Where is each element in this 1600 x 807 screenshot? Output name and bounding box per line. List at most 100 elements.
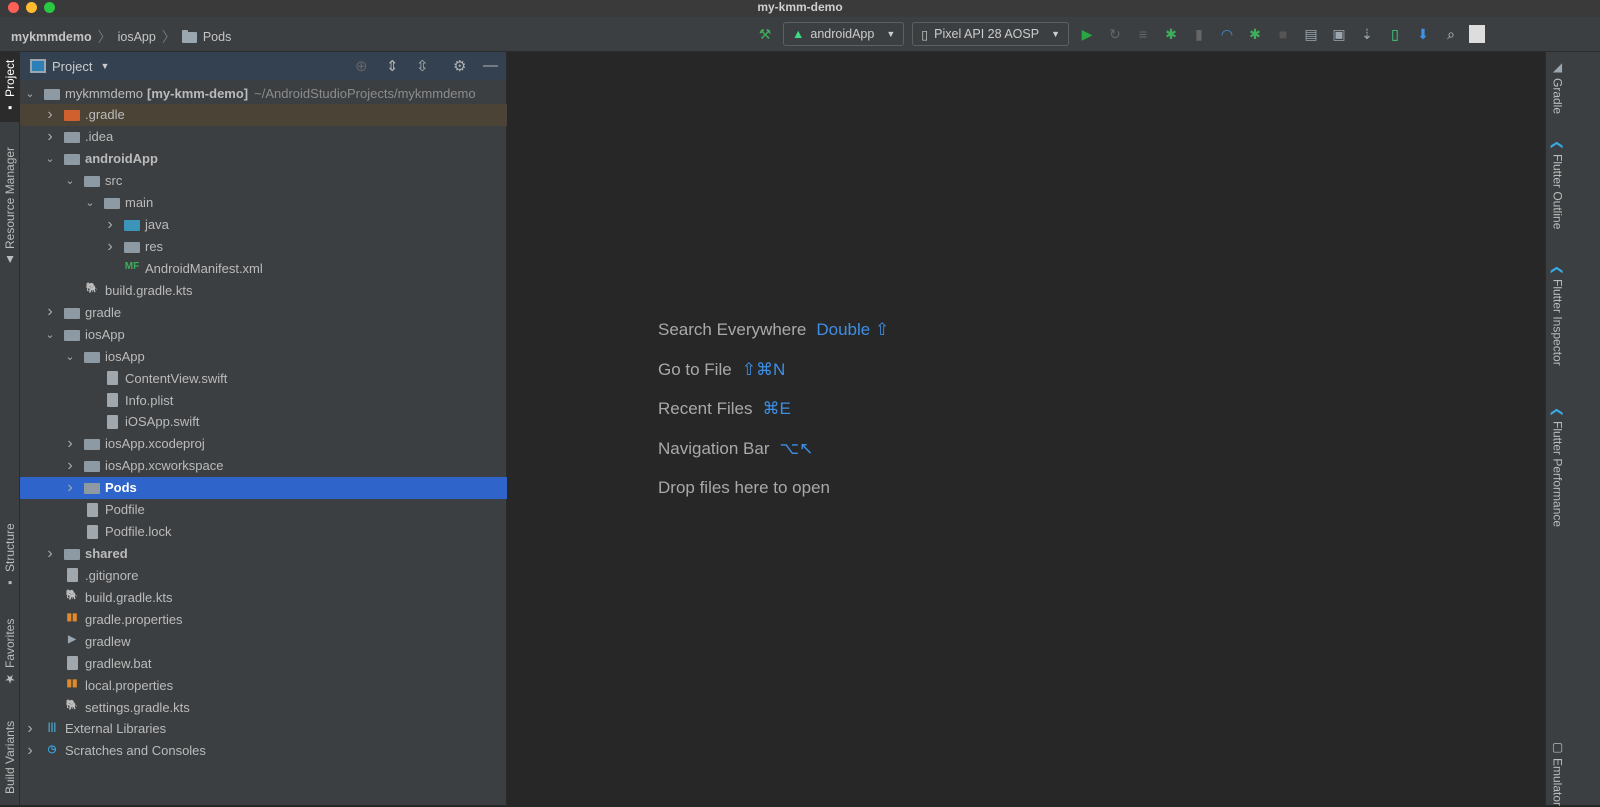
breadcrumb-item[interactable]: mykmmdemo [11,30,92,44]
chevron-right-icon[interactable]: › [44,545,56,563]
properties-icon: ▮▮ [66,612,78,624]
chevron-right-icon[interactable]: › [44,106,56,124]
debug-icon[interactable]: ✱ [1161,24,1181,44]
tree-item-label: .gitignore [85,567,139,583]
chevron-right-icon[interactable]: › [104,216,116,234]
apply-changes-icon[interactable]: ↻ [1105,24,1125,44]
tree-item[interactable]: gradlew.bat [20,652,507,674]
tree-item[interactable]: › res [20,236,507,258]
tree-item[interactable]: › .gradle [20,103,507,126]
chevron-down-icon[interactable]: ⌄ [64,350,76,363]
gradle-sync-icon[interactable]: ⇣ [1357,24,1377,44]
avd-manager-icon[interactable]: ▯ [1385,24,1405,44]
tool-tab-emulator[interactable]: ▢ Emulator [1546,740,1569,806]
tool-tab-favorites[interactable]: ★ Favorites [0,612,20,692]
tree-item[interactable]: 🐘 build.gradle.kts [20,279,507,301]
tree-item[interactable]: .gitignore [20,564,507,586]
chevron-right-icon[interactable]: › [64,435,76,453]
tree-item[interactable]: › shared [20,543,507,565]
minimize-button[interactable] [26,2,37,13]
project-view-select[interactable]: Project [52,59,92,74]
tree-item[interactable]: ⌄ mykmmdemo [my-kmm-demo] ~/AndroidStudioPr… [20,82,507,104]
tool-tab-flutter-inspector[interactable]: ❮ Flutter Inspector [1546,265,1569,366]
chevron-right-icon[interactable]: › [64,457,76,475]
tree-item[interactable]: ▮▮ gradle.properties [20,608,507,630]
breadcrumb-item[interactable]: iosApp [118,30,156,44]
tree-item[interactable]: ⌄ iosApp [20,323,507,345]
avatar[interactable] [1468,25,1485,43]
sdk-manager-icon[interactable]: ⬇ [1413,24,1433,44]
editor-hint: Navigation Bar ⌥↖ [658,439,813,459]
tree-item[interactable]: ▮▮ local.properties [20,674,507,696]
tree-item-label: Info.plist [125,392,174,408]
project-structure-icon[interactable]: ▤ [1301,24,1321,44]
tree-item[interactable]: ContentView.swift [20,367,507,389]
collapse-all-icon[interactable]: ⇳ [416,57,429,75]
chevron-down-icon[interactable]: ⌄ [84,196,96,209]
locate-icon[interactable]: ⊕ [355,57,368,75]
tool-tab-project[interactable]: ▪ Project [0,52,20,122]
tool-tab-structure[interactable]: ▪ Structure [0,517,20,597]
editor-empty-area[interactable]: Search Everywhere Double ⇧ Go to File ⇧⌘N Re… [508,52,1545,805]
apply-code-changes-icon[interactable]: ≡ [1133,24,1153,44]
chevron-down-icon[interactable]: ▼ [100,61,109,71]
tree-item[interactable]: ⌄ iosApp [20,345,507,367]
build-hammer-icon[interactable]: ⚒ [755,24,775,44]
run-icon[interactable]: ▶ [1077,24,1097,44]
tree-item[interactable]: Podfile.lock [20,521,507,543]
tree-item[interactable]: Info.plist [20,389,507,411]
folder-icon [84,439,100,451]
device-select[interactable]: ▯ Pixel API 28 AOSP ▼ [912,22,1069,46]
tree-item[interactable]: › iosApp.xcodeproj [20,433,507,455]
tree-item[interactable]: › java [20,214,507,236]
breadcrumb-item[interactable]: Pods [203,30,232,44]
chevron-right-icon[interactable]: › [24,720,36,738]
search-icon[interactable]: ⌕ [1441,24,1461,44]
terminal-icon[interactable]: ▣ [1329,24,1349,44]
tree-item[interactable]: › ||| External Libraries [20,718,507,740]
tool-tab-build-variants[interactable]: Build Variants [0,707,20,807]
tool-tab-flutter-outline[interactable]: ❮ Flutter Outline [1546,140,1569,229]
tree-item[interactable]: ⌄ src [20,170,507,192]
window-controls[interactable] [8,2,55,13]
tree-item[interactable]: › iosApp.xcworkspace [20,455,507,477]
hide-icon[interactable]: — [483,57,498,74]
expand-all-icon[interactable]: ⇕ [386,57,399,75]
tool-tab-resource-manager[interactable]: ▲ Resource Manager [0,142,20,272]
chevron-down-icon[interactable]: ⌄ [24,87,36,100]
tree-item-label: res [145,239,164,254]
chevron-down-icon[interactable]: ⌄ [44,152,56,165]
gear-icon[interactable]: ⚙ [453,57,466,75]
tree-item[interactable]: › gradle [20,301,507,323]
tree-item[interactable]: › Pods [20,476,507,499]
chevron-right-icon[interactable]: › [64,479,76,497]
tree-item[interactable]: 🐘 settings.gradle.kts [20,696,507,718]
tree-item[interactable]: MF AndroidManifest.xml [20,257,507,279]
tool-tab-gradle[interactable]: ◢ Gradle [1546,60,1569,114]
chevron-right-icon[interactable]: › [44,128,56,146]
tree-item[interactable]: Podfile [20,499,507,521]
tree-item[interactable]: › ◷ Scratches and Consoles [20,740,507,762]
profile-icon[interactable]: ◠ [1217,24,1237,44]
tree-item[interactable]: 🐘 build.gradle.kts [20,586,507,608]
zoom-button[interactable] [44,2,55,13]
chevron-right-icon[interactable]: › [44,303,56,321]
attach-debugger-icon[interactable]: ▮ [1189,24,1209,44]
run-config-select[interactable]: ▲ androidApp ▼ [783,22,905,46]
folder-icon [64,132,80,144]
chevron-right-icon[interactable]: › [24,742,36,760]
chevron-down-icon[interactable]: ⌄ [64,174,76,187]
tree-item[interactable]: › .idea [20,126,507,148]
tree-item[interactable]: ⌄ androidApp [20,148,507,170]
tree-item[interactable]: ▶ gradlew [20,630,507,652]
folder-icon [124,242,140,253]
stop-icon[interactable]: ■ [1273,24,1293,44]
tree-item[interactable]: ⌄ main [20,192,507,214]
chevron-right-icon[interactable]: › [104,238,116,256]
chevron-down-icon[interactable]: ⌄ [44,328,56,341]
gradle-kotlin-icon: 🐘 [65,700,79,712]
tree-item[interactable]: iOSApp.swift [20,411,507,433]
close-button[interactable] [8,2,19,13]
attach-debugger-android-icon[interactable]: ✱ [1245,24,1265,44]
tool-tab-flutter-performance[interactable]: ❮ Flutter Performance [1546,407,1569,527]
